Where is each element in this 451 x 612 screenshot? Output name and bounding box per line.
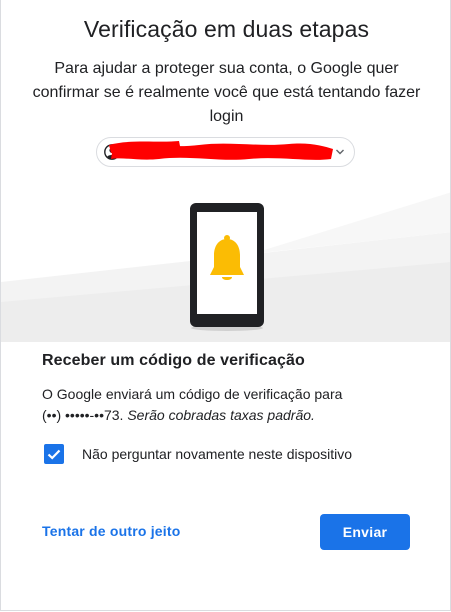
method-description: O Google enviará um código de verificaçã… [42,384,412,426]
try-another-way-link[interactable]: Tentar de outro jeito [42,523,181,539]
checkmark-icon [47,449,61,460]
chevron-down-icon [336,149,344,155]
method-desc-suffix: Serão cobradas taxas padrão. [127,407,315,423]
send-button[interactable]: Enviar [320,514,410,550]
email-redaction-mark [109,141,333,160]
remember-device-checkbox[interactable] [44,444,64,464]
page-subtitle: Para ajudar a proteger sua conta, o Goog… [32,60,421,125]
page-title: Verificação em duas etapas [83,16,370,42]
method-desc-prefix: O Google enviará um código de verificaçã… [42,386,343,402]
masked-phone-number: (••) •••••-••73. [42,407,124,423]
phone-icon [190,203,264,331]
method-title: Receber um código de verificação [42,352,305,369]
remember-device-label[interactable]: Não perguntar novamente neste dispositiv… [82,446,352,462]
verification-card: Verificação em duas etapas Para ajudar a… [0,0,451,611]
